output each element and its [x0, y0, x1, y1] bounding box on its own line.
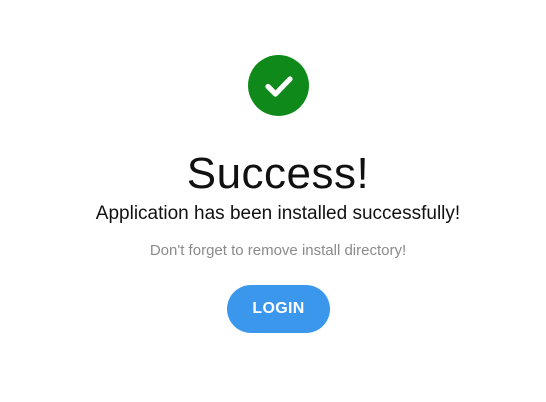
login-button[interactable]: LOGIN: [227, 285, 330, 333]
success-check-icon: [248, 55, 309, 116]
remove-install-directory-note: Don't forget to remove install directory…: [149, 242, 407, 259]
install-success-page: Success! Application has been installed …: [0, 0, 546, 402]
success-title: Success!: [186, 149, 370, 198]
install-success-message: Application has been installed successfu…: [95, 203, 461, 224]
